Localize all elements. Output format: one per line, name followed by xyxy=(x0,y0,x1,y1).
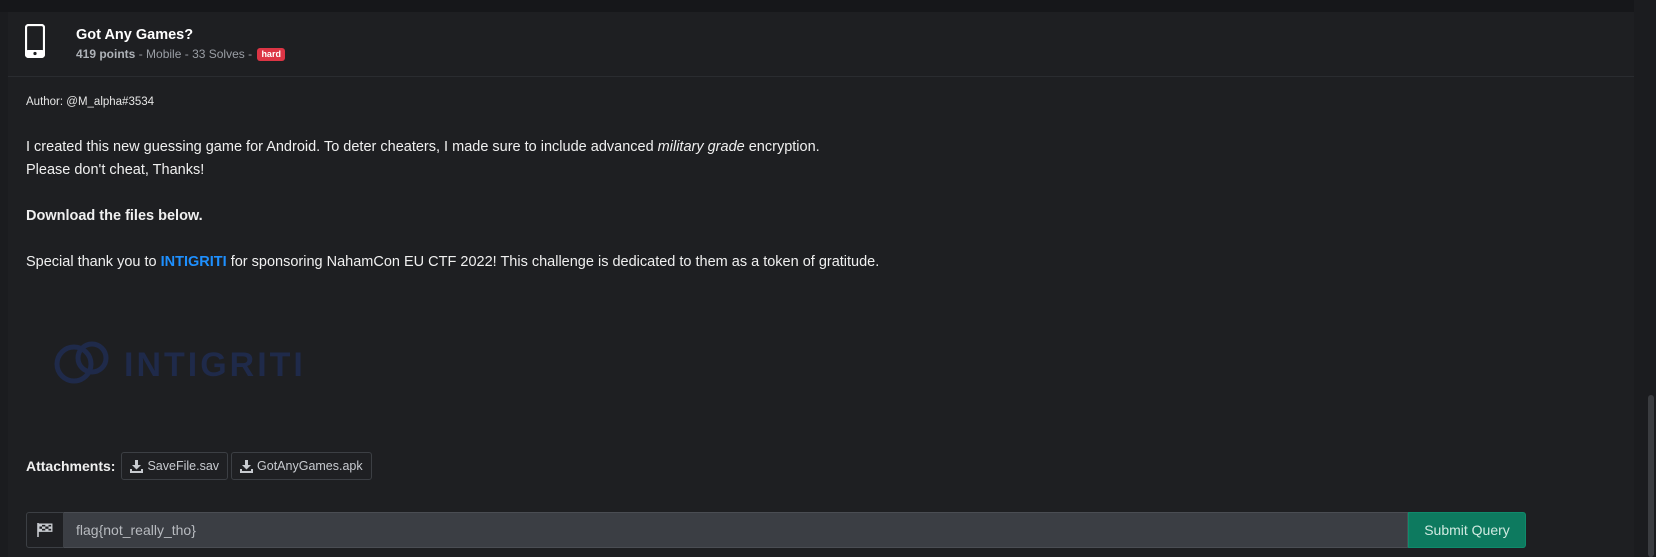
download-icon xyxy=(130,459,144,473)
intigriti-logo: INTIGRITI xyxy=(54,341,306,384)
difficulty-badge: hard xyxy=(257,48,285,61)
meta-separator: - xyxy=(181,47,193,61)
flag-input[interactable] xyxy=(64,512,1408,548)
flag-addon xyxy=(26,512,64,548)
page: Got Any Games? 419 points - Mobile - 33 … xyxy=(0,0,1656,557)
intigriti-link[interactable]: INTIGRITI xyxy=(161,254,227,270)
challenge-solves: 33 Solves xyxy=(192,47,245,61)
author-line: Author: @M_alpha#3534 xyxy=(26,96,155,108)
mobile-phone-icon xyxy=(25,24,45,58)
challenge-points: 419 points xyxy=(76,47,136,61)
description-line-2: Please don't cheat, Thanks! xyxy=(26,162,205,178)
description-text: I created this new guessing game for And… xyxy=(26,139,658,155)
attachment-apk-button[interactable]: GotAnyGames.apk xyxy=(231,452,372,480)
attachments-label: Attachments: xyxy=(26,458,116,474)
meta-separator: - xyxy=(135,47,147,61)
challenge-card: Got Any Games? 419 points - Mobile - 33 … xyxy=(8,12,1634,557)
description-text: Special thank you to xyxy=(26,254,161,270)
challenge-description: Author: @M_alpha#3534 I created this new… xyxy=(26,96,1616,274)
description-text: for sponsoring NahamCon EU CTF 2022! Thi… xyxy=(226,254,880,270)
description-text: encryption. xyxy=(744,139,820,155)
download-icon xyxy=(240,459,254,473)
flag-submit-form: Submit Query xyxy=(26,512,1526,548)
attachments-row: Attachments: SaveFile.sav GotAnyGames.ap… xyxy=(26,452,372,480)
challenge-meta: 419 points - Mobile - 33 Solves - hard xyxy=(76,47,285,61)
submit-flag-button[interactable]: Submit Query xyxy=(1408,512,1526,548)
attachment-savefile-button[interactable]: SaveFile.sav xyxy=(121,452,229,480)
attachment-name: GotAnyGames.apk xyxy=(257,459,363,473)
challenge-header[interactable]: Got Any Games? 419 points - Mobile - 33 … xyxy=(8,12,1634,77)
emphasis-text: military grade xyxy=(657,139,745,155)
meta-separator: - xyxy=(244,47,256,61)
challenge-category: Mobile xyxy=(146,47,182,61)
logo-text: INTIGRITI xyxy=(124,346,306,384)
previous-card-edge xyxy=(0,0,1634,12)
scrollbar-thumb[interactable] xyxy=(1648,395,1654,557)
challenge-title: Got Any Games? xyxy=(76,27,194,43)
sponsor-thanks: Special thank you to INTIGRITI for spons… xyxy=(26,251,1616,274)
download-instruction: Download the files below. xyxy=(26,208,203,224)
flag-icon xyxy=(37,523,53,537)
description-line-1: I created this new guessing game for And… xyxy=(26,136,1616,159)
attachment-name: SaveFile.sav xyxy=(147,459,220,473)
